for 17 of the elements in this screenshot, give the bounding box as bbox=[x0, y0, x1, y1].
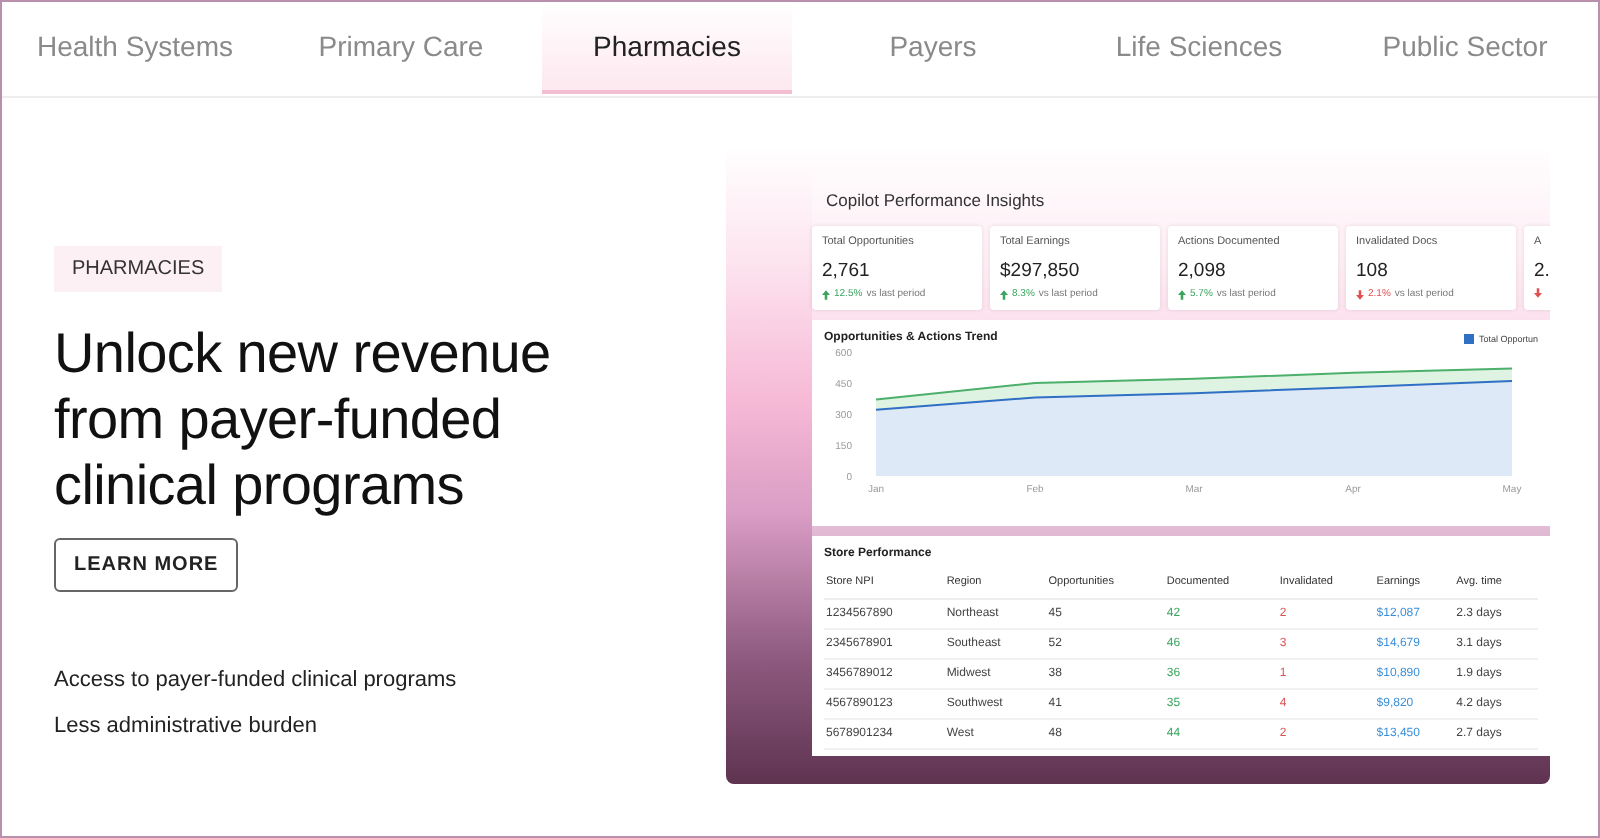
metric-value: 2. bbox=[1534, 260, 1550, 282]
hero-heading: Unlock new revenue from payer-funded clinical programs bbox=[54, 320, 553, 518]
metric-value: $297,850 bbox=[1000, 260, 1082, 282]
tab[interactable]: Public Sector bbox=[1340, 2, 1590, 94]
benefit-text: Less administrative burden bbox=[54, 714, 319, 738]
tab[interactable]: Life Sciences bbox=[1074, 2, 1324, 94]
metric-value: 2,098 bbox=[1178, 260, 1228, 282]
metric-value: 108 bbox=[1356, 260, 1390, 282]
benefit-text: Access to payer-funded clinical programs bbox=[54, 668, 459, 692]
tab[interactable]: Payers bbox=[808, 2, 1058, 94]
category-badge: PHARMACIES bbox=[54, 246, 223, 292]
dashboard-title: Copilot Performance Insights bbox=[824, 188, 1047, 214]
legend-swatch bbox=[1464, 333, 1475, 343]
tab[interactable]: Primary Care bbox=[276, 2, 526, 94]
tab[interactable]: Health Systems bbox=[10, 2, 260, 94]
learn-more-button[interactable]: LEARN MORE bbox=[54, 538, 239, 592]
metric-value: 2,761 bbox=[822, 260, 872, 282]
